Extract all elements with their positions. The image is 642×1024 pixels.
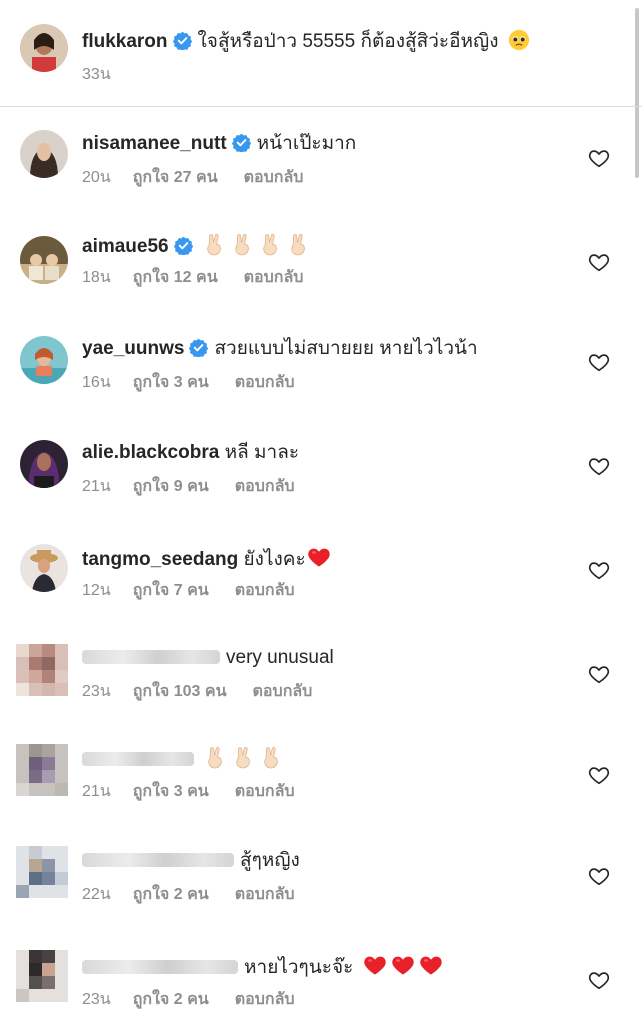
- reply-button[interactable]: ตอบกลับ: [235, 477, 295, 497]
- blurred-username[interactable]: [82, 752, 194, 766]
- verified-badge-icon: [232, 133, 251, 152]
- comment-text: สวยแบบไม่สบายยย หายไวไวน้า: [214, 338, 478, 359]
- heart-outline-icon[interactable]: [588, 251, 610, 273]
- username[interactable]: tangmo_seedang: [82, 549, 238, 570]
- username[interactable]: nisamanee_nutt: [82, 133, 227, 154]
- heart-outline-icon[interactable]: [588, 969, 610, 991]
- avatar[interactable]: [16, 744, 68, 796]
- likes-count[interactable]: ถูกใจ 27 คน: [133, 168, 218, 188]
- comment-text: หน้าเป๊ะมาก: [256, 133, 357, 154]
- red-heart-icon: [419, 953, 443, 977]
- avatar[interactable]: [20, 236, 68, 284]
- likes-count[interactable]: ถูกใจ 2 คน: [133, 990, 209, 1010]
- red-heart-icon: [307, 545, 331, 569]
- blurred-username[interactable]: [82, 853, 234, 867]
- comment-text: very unusual: [226, 647, 334, 668]
- heart-outline-icon[interactable]: [588, 351, 610, 373]
- heart-outline-icon[interactable]: [588, 455, 610, 477]
- reply-button[interactable]: ตอบกลับ: [235, 581, 295, 601]
- likes-count[interactable]: ถูกใจ 3 คน: [133, 373, 209, 393]
- timestamp: 16น: [82, 374, 111, 391]
- avatar[interactable]: [20, 336, 68, 384]
- red-heart-icon: [391, 953, 415, 977]
- verified-badge-icon: [189, 338, 208, 357]
- blurred-username[interactable]: [82, 960, 238, 974]
- caption-text: ใจสู้หรือป่าว 55555 ก็ต้องสู้สิว่ะอีหญิง: [197, 31, 499, 52]
- timestamp: 12น: [82, 582, 111, 599]
- username[interactable]: flukkaron: [82, 31, 168, 52]
- likes-count[interactable]: ถูกใจ 3 คน: [133, 782, 209, 802]
- timestamp: 23น: [82, 991, 111, 1008]
- timestamp: 21น: [82, 478, 111, 495]
- heart-outline-icon[interactable]: [588, 865, 610, 887]
- timestamp: 22น: [82, 886, 111, 903]
- heart-outline-icon[interactable]: [588, 147, 610, 169]
- likes-count[interactable]: ถูกใจ 7 คน: [133, 581, 209, 601]
- heart-outline-icon[interactable]: [588, 764, 610, 786]
- reply-button[interactable]: ตอบกลับ: [235, 990, 295, 1010]
- verified-badge-icon: [173, 31, 192, 50]
- username[interactable]: alie.blackcobra: [82, 442, 219, 463]
- pleading-face-icon: [508, 29, 530, 51]
- victory-hand-icon: [231, 232, 255, 256]
- comment-text: หายไวๆนะจ๊ะ: [244, 957, 354, 978]
- comment-text: หลี มาละ: [224, 442, 300, 463]
- reply-button[interactable]: ตอบกลับ: [244, 268, 304, 288]
- victory-hand-icon: [287, 232, 311, 256]
- username[interactable]: aimaue56: [82, 236, 169, 257]
- blurred-username[interactable]: [82, 650, 220, 664]
- avatar[interactable]: [20, 24, 68, 72]
- reply-button[interactable]: ตอบกลับ: [235, 782, 295, 802]
- heart-outline-icon[interactable]: [588, 559, 610, 581]
- timestamp: 33น: [82, 66, 111, 83]
- comment-text: ยังไงคะ: [243, 549, 306, 570]
- likes-count[interactable]: ถูกใจ 2 คน: [133, 885, 209, 905]
- heart-outline-icon[interactable]: [588, 663, 610, 685]
- timestamp: 20น: [82, 169, 111, 186]
- avatar[interactable]: [20, 440, 68, 488]
- comment-text: สู้ๆหญิง: [240, 850, 300, 871]
- victory-hand-icon: [232, 745, 256, 769]
- avatar[interactable]: [20, 544, 68, 592]
- victory-hand-icon: [259, 232, 283, 256]
- victory-hand-icon: [203, 232, 227, 256]
- reply-button[interactable]: ตอบกลับ: [235, 885, 295, 905]
- victory-hand-icon: [204, 745, 228, 769]
- reply-button[interactable]: ตอบกลับ: [235, 373, 295, 393]
- username[interactable]: yae_uunws: [82, 338, 184, 359]
- reply-button[interactable]: ตอบกลับ: [244, 168, 304, 188]
- reply-button[interactable]: ตอบกลับ: [253, 682, 313, 702]
- likes-count[interactable]: ถูกใจ 9 คน: [133, 477, 209, 497]
- avatar[interactable]: [16, 950, 68, 1002]
- post-caption: flukkaron ใจสู้หรือป่าว 55555 ก็ต้องสู้สิ…: [0, 0, 642, 107]
- timestamp: 23น: [82, 683, 111, 700]
- avatar[interactable]: [20, 130, 68, 178]
- victory-hand-icon: [260, 745, 284, 769]
- likes-count[interactable]: ถูกใจ 12 คน: [133, 268, 218, 288]
- likes-count[interactable]: ถูกใจ 103 คน: [133, 682, 227, 702]
- avatar[interactable]: [16, 644, 68, 696]
- timestamp: 18น: [82, 269, 111, 286]
- verified-badge-icon: [174, 236, 193, 255]
- avatar[interactable]: [16, 846, 68, 898]
- timestamp: 21น: [82, 783, 111, 800]
- red-heart-icon: [363, 953, 387, 977]
